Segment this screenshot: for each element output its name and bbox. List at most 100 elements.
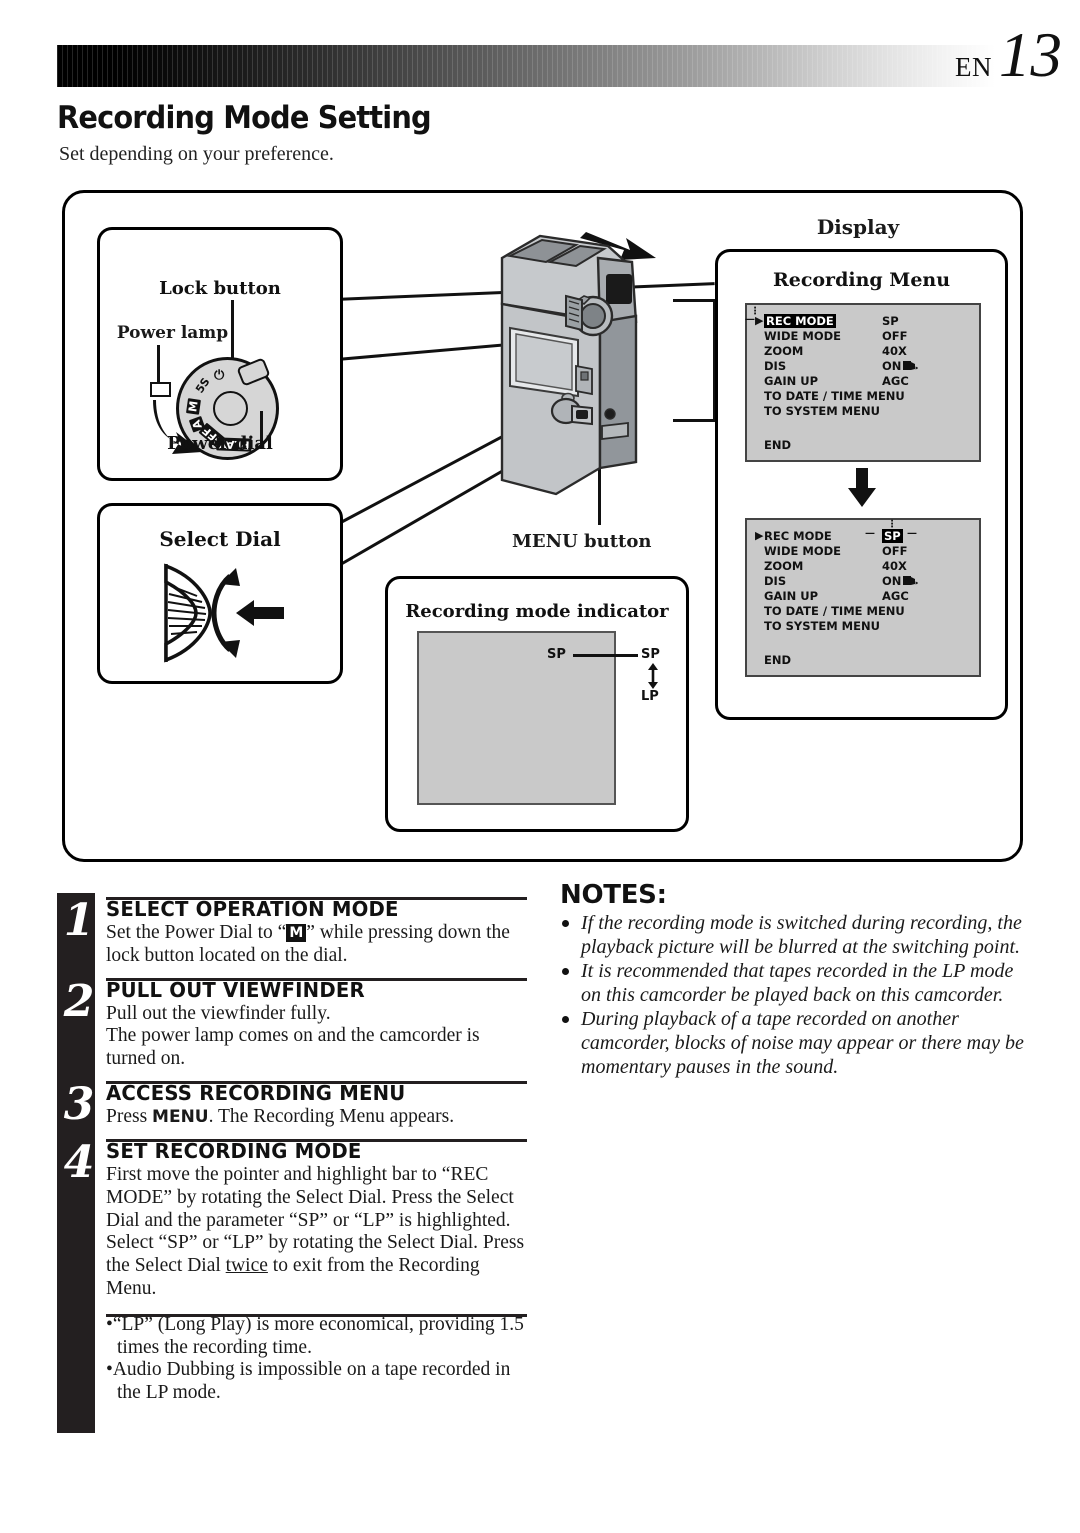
- power-lamp-pointer-line: [157, 345, 160, 383]
- note-item: During playback of a tape recorded on an…: [560, 1008, 1030, 1079]
- osd2-value-1: OFF: [882, 543, 908, 558]
- osd2-pointer: ▶: [755, 529, 764, 542]
- step-4: 4 SET RECORDING MODE First move the poin…: [57, 1136, 527, 1307]
- step-4-emphasis: twice: [225, 1255, 268, 1277]
- osd1-label-6: TO SYSTEM MENU: [764, 403, 880, 418]
- tips-list: •“LP” (Long Play) is more economical, pr…: [57, 1313, 527, 1405]
- note-text: It is recommended that tapes recorded in…: [581, 960, 1014, 1006]
- header-stripe-overlay: [57, 45, 995, 87]
- indicator-screen: [417, 631, 616, 805]
- select-dial-label: Select Dial: [159, 527, 281, 551]
- power-dial-panel: Lock button Power lamp ⏻ 5S M A OFF PLAY…: [97, 227, 343, 481]
- step-2-heading: PULL OUT VIEWFINDER: [106, 977, 365, 1002]
- step-3-heading: ACCESS RECORDING MENU: [106, 1081, 406, 1106]
- sp-callout-line: [573, 654, 638, 657]
- osd1-blink-left: —: [745, 314, 755, 325]
- power-dial-pointer-line: [260, 411, 263, 449]
- osd2-value-0: SP: [882, 528, 903, 543]
- step-2-number: 2: [63, 975, 95, 1027]
- lock-button-label: Lock button: [159, 278, 281, 299]
- step-1-body: Set the Power Dial to “M” while pressing…: [106, 922, 527, 974]
- display-label: Display: [816, 215, 900, 239]
- osd1-value-0: SP: [882, 313, 899, 328]
- osd1-value-1: OFF: [882, 328, 908, 343]
- osd1-label-2: ZOOM: [764, 343, 804, 358]
- language-code: EN: [955, 52, 992, 82]
- osd2-label-1: WIDE MODE: [764, 543, 841, 558]
- osd2-blink-top: ⋮: [887, 519, 897, 530]
- recording-menu-label: Recording Menu: [772, 269, 951, 291]
- osd1-value-2: 40X: [882, 343, 907, 358]
- step-4-heading: SET RECORDING MODE: [106, 1138, 362, 1163]
- osd2-label-2: ZOOM: [764, 558, 804, 573]
- osd2-value-4: AGC: [882, 588, 909, 603]
- osd1-value-4: AGC: [882, 373, 909, 388]
- step-3-body: Press MENU. The Recording Menu appears.: [106, 1106, 527, 1135]
- step-3-text-pre: Press: [106, 1106, 153, 1128]
- note-item: If the recording mode is switched during…: [560, 912, 1030, 959]
- osd2-value-3: ON: [882, 573, 902, 588]
- step-4-number: 4: [63, 1136, 95, 1188]
- page-number-group: EN 13: [955, 20, 1062, 90]
- osd1-value-3: ON: [882, 358, 902, 373]
- osd2-label-5: TO DATE / TIME MENU: [764, 603, 905, 618]
- step-3-number: 3: [63, 1079, 95, 1131]
- bullet-icon: [562, 968, 569, 976]
- page-subtitle: Set depending on your preference.: [59, 143, 334, 165]
- dial-mark-power-symbol: ⏻: [214, 368, 225, 383]
- osd1-label-3: DIS: [764, 358, 787, 373]
- callout-lp: LP: [641, 689, 659, 704]
- flow-down-arrow-icon: [847, 468, 876, 507]
- notes-section: NOTES: If the recording mode is switched…: [560, 880, 1030, 1080]
- dial-mark-5s: 5S: [193, 375, 213, 396]
- osd2-label-4: GAIN UP: [764, 588, 819, 603]
- power-dial-hub: [213, 391, 248, 426]
- stabilizer-shake-icon: [903, 360, 919, 370]
- notes-title: NOTES:: [560, 880, 667, 910]
- bullet-icon: [562, 920, 569, 927]
- page-number: 13: [999, 20, 1062, 90]
- osd1-label-4: GAIN UP: [764, 373, 819, 388]
- page-title: Recording Mode Setting: [57, 100, 432, 136]
- select-dial-icon[interactable]: [158, 558, 288, 668]
- page-header-gradient-bar: [57, 45, 995, 87]
- note-item: It is recommended that tapes recorded in…: [560, 960, 1030, 1007]
- note-text: If the recording mode is switched during…: [581, 912, 1022, 958]
- sp-lp-toggle-arrow-icon: [648, 663, 658, 689]
- lock-button[interactable]: [236, 357, 271, 387]
- screen-sp-label: SP: [547, 647, 566, 662]
- step-2: 2 PULL OUT VIEWFINDER Pull out the viewf…: [57, 975, 527, 1077]
- osd1-label-1: WIDE MODE: [764, 328, 841, 343]
- camcorder-illustration: [500, 232, 656, 496]
- steps-list: 1 SELECT OPERATION MODE Set the Power Di…: [57, 893, 527, 1405]
- step-1-mode-mark: M: [286, 924, 307, 943]
- step-1-number: 1: [63, 895, 95, 946]
- osd2-value-2: 40X: [882, 558, 907, 573]
- tip-item: •“LP” (Long Play) is more economical, pr…: [106, 1313, 524, 1358]
- select-dial-panel: Select Dial: [97, 503, 343, 684]
- bullet-icon: [562, 1016, 569, 1024]
- osd-screen-before: ▶ REC MODE SP WIDE MODE OFF ZOOM 40X DIS…: [745, 303, 981, 462]
- step-3-text-post: . The Recording Menu appears.: [208, 1106, 455, 1128]
- recording-mode-indicator-label: Recording mode indicator: [405, 601, 669, 622]
- tip-item: •Audio Dubbing is impossible on a tape r…: [106, 1359, 511, 1404]
- osd2-end-label: END: [764, 653, 792, 667]
- osd-screen-after: ▶ REC MODE SP WIDE MODE OFF ZOOM 40X DIS…: [745, 518, 981, 677]
- display-panel: Recording Menu ▶ REC MODE SP WIDE MODE O…: [715, 249, 1008, 720]
- stabilizer-shake-icon: [903, 575, 919, 585]
- step-3-menu-keyword: MENU: [152, 1107, 209, 1128]
- osd1-end-label: END: [764, 438, 792, 452]
- tips-divider: [106, 1313, 527, 1317]
- menu-button-label: MENU button: [512, 531, 652, 552]
- osd2-blink-right: —: [907, 528, 917, 539]
- osd2-label-3: DIS: [764, 573, 787, 588]
- callout-sp: SP: [641, 647, 660, 662]
- osd2-label-6: TO SYSTEM MENU: [764, 618, 880, 633]
- step-1: 1 SELECT OPERATION MODE Set the Power Di…: [57, 897, 527, 974]
- step-1-text-pre: Set the Power Dial to “: [106, 922, 287, 943]
- step-1-heading: SELECT OPERATION MODE: [106, 897, 399, 921]
- note-text: During playback of a tape recorded on an…: [581, 1008, 1024, 1078]
- illustration-frame: Lock button Power lamp ⏻ 5S M A OFF PLAY…: [62, 190, 1023, 862]
- osd1-label-5: TO DATE / TIME MENU: [764, 388, 905, 403]
- power-dial-label: Power dial: [167, 433, 273, 454]
